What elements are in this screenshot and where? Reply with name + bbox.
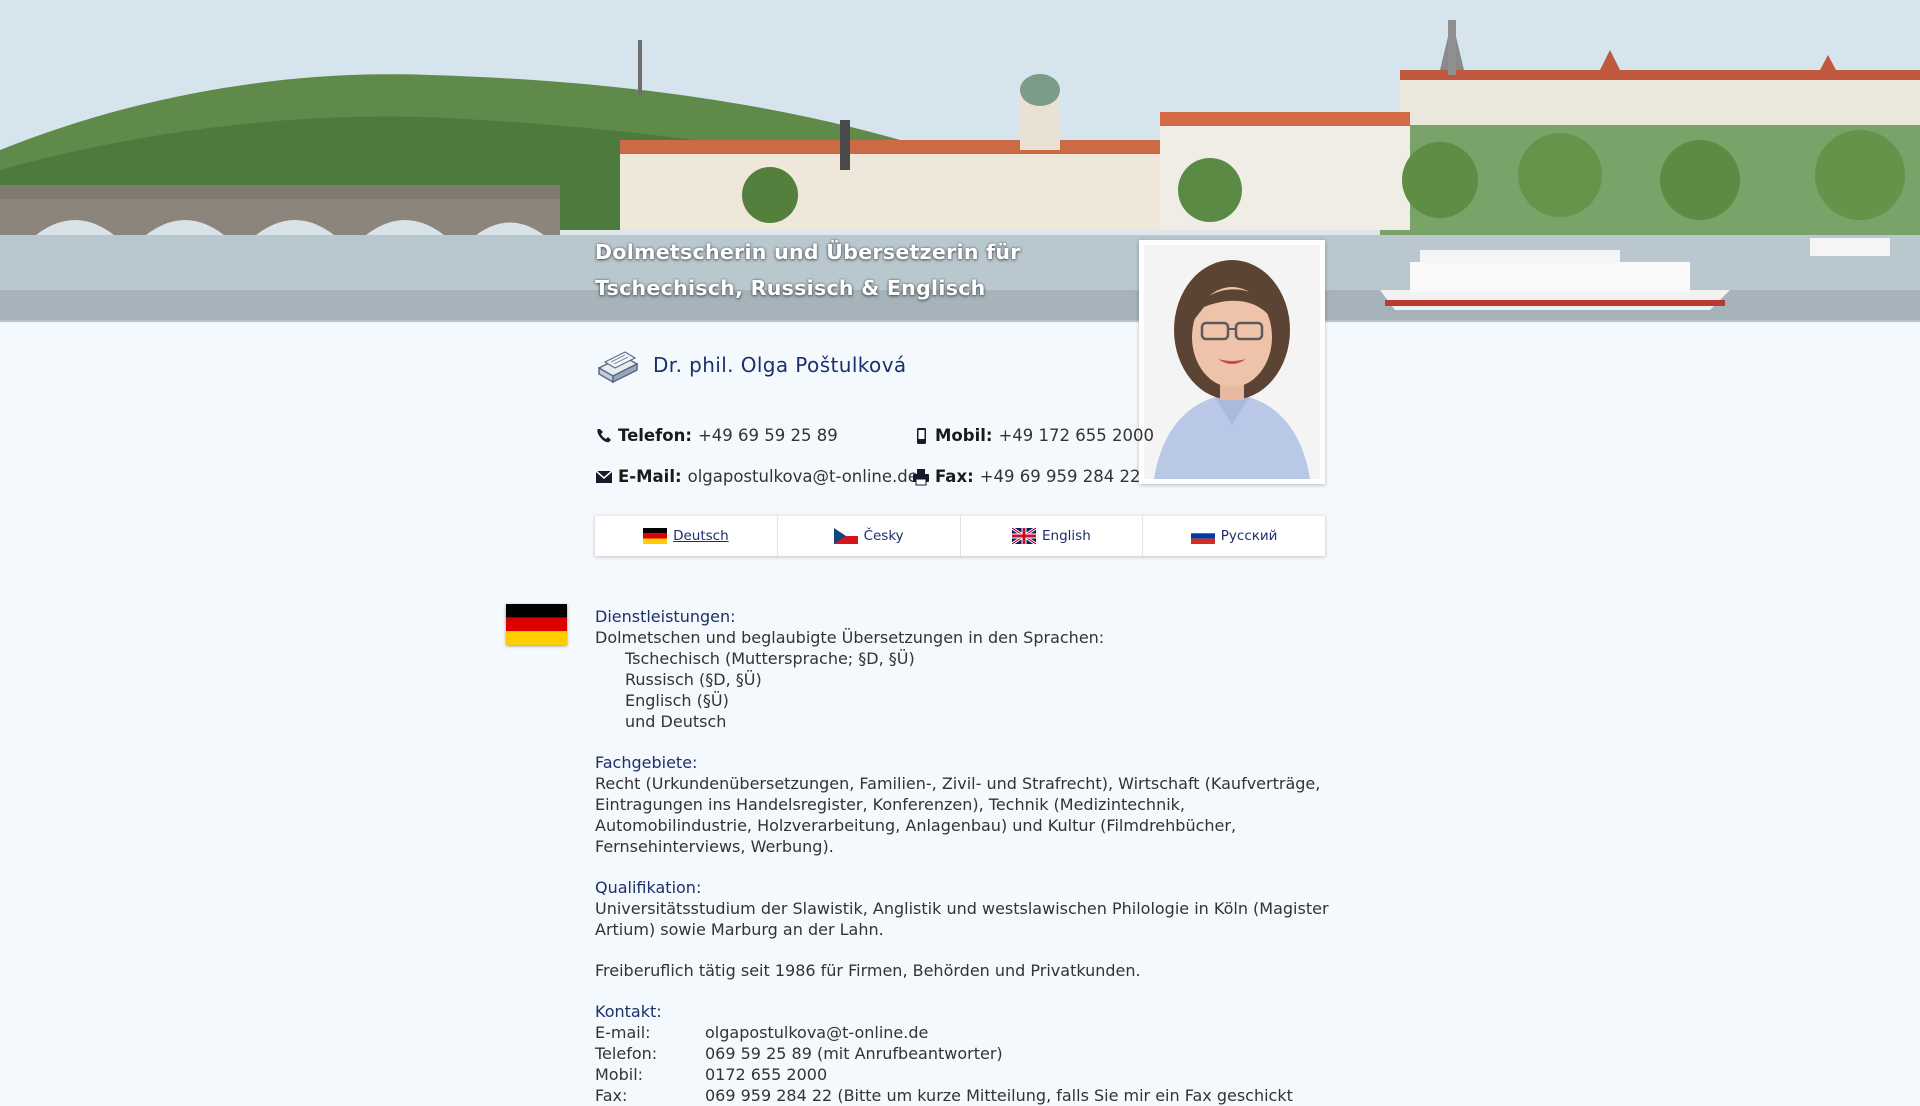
mobile-phone-icon bbox=[917, 427, 926, 444]
kontakt-heading: Kontakt: bbox=[595, 1002, 662, 1021]
kontakt-value: 069 59 25 89 (mit Anrufbeantworter) bbox=[705, 1044, 1003, 1063]
language-tab-english[interactable]: English bbox=[961, 516, 1144, 556]
contact-email: E-Mail: olgapostulkova@t-online.de bbox=[595, 467, 918, 486]
fields-text: Recht (Urkundenübersetzungen, Familien-,… bbox=[595, 774, 1321, 856]
contact-phone: Telefon: +49 69 59 25 89 bbox=[595, 426, 838, 445]
header-tagline: Dolmetscherin und Übersetzerin für Tsche… bbox=[595, 234, 1021, 306]
services-item: Englisch (§Ü) bbox=[625, 691, 729, 710]
kontakt-value: 069 959 284 22 (Bitte um kurze Mitteilun… bbox=[705, 1086, 1293, 1105]
kontakt-key: E-mail: bbox=[595, 1023, 651, 1042]
services-intro: Dolmetschen und beglaubigte Übersetzunge… bbox=[595, 628, 1105, 647]
tagline-line-2: Tschechisch, Russisch & Englisch bbox=[595, 276, 986, 300]
russia-flag-icon bbox=[1190, 528, 1215, 544]
germany-flag-icon bbox=[643, 528, 668, 544]
language-tab-deutsch[interactable]: Deutsch bbox=[595, 516, 778, 556]
email-label: E-Mail: bbox=[618, 467, 682, 486]
contact-fax: Fax: +49 69 959 284 22 bbox=[912, 467, 1140, 486]
qualification-text: Universitätsstudium der Slawistik, Angli… bbox=[595, 899, 1329, 939]
language-tab-cesky[interactable]: Česky bbox=[778, 516, 961, 556]
kontakt-row: Fax: 069 959 284 22 (Bitte um kurze Mitt… bbox=[595, 1085, 1335, 1106]
kontakt-key: Fax: bbox=[595, 1086, 628, 1105]
kontakt-value: 0172 655 2000 bbox=[705, 1065, 828, 1084]
kontakt-key: Telefon: bbox=[595, 1044, 658, 1063]
envelope-icon bbox=[595, 469, 613, 483]
services-heading: Dienstleistungen: bbox=[595, 607, 736, 626]
services-item: Russisch (§D, §Ü) bbox=[625, 670, 762, 689]
mobile-value[interactable]: +49 172 655 2000 bbox=[998, 426, 1154, 445]
language-label[interactable]: Deutsch bbox=[673, 528, 729, 544]
uk-flag-icon bbox=[1012, 528, 1036, 544]
contact-mobile: Mobil: +49 172 655 2000 bbox=[912, 426, 1154, 445]
printer-icon bbox=[913, 468, 929, 485]
header-banner: Dolmetscherin und Übersetzerin für Tsche… bbox=[0, 0, 1920, 322]
person-name: Dr. phil. Olga Poštulková bbox=[653, 353, 907, 377]
germany-flag-large-icon bbox=[506, 604, 567, 645]
services-item: und Deutsch bbox=[625, 712, 727, 731]
fax-value: +49 69 959 284 22 bbox=[979, 467, 1141, 486]
phone-value[interactable]: +49 69 59 25 89 bbox=[698, 426, 838, 445]
portrait-frame bbox=[1139, 240, 1325, 484]
mobile-label: Mobil: bbox=[935, 426, 993, 445]
fax-label: Fax: bbox=[935, 467, 974, 486]
language-label[interactable]: English bbox=[1042, 528, 1091, 544]
kontakt-row: Mobil: 0172 655 2000 bbox=[595, 1064, 1335, 1085]
main-content: Dienstleistungen: Dolmetschen und beglau… bbox=[595, 606, 1335, 1106]
kontakt-row: E-mail: olgapostulkova@t-online.de bbox=[595, 1022, 1335, 1043]
name-row: Dr. phil. Olga Poštulková bbox=[595, 345, 907, 385]
tagline-line-1: Dolmetscherin und Übersetzerin für bbox=[595, 240, 1021, 264]
language-label[interactable]: Česky bbox=[864, 528, 904, 544]
language-tab-russian[interactable]: Русский bbox=[1143, 516, 1325, 556]
qualification-heading: Qualifikation: bbox=[595, 878, 702, 897]
email-value[interactable]: olgapostulkova@t-online.de bbox=[688, 467, 918, 486]
portrait-photo bbox=[1144, 245, 1320, 479]
language-switcher: Deutsch Česky English Русский bbox=[595, 516, 1325, 556]
kontakt-row: Telefon: 069 59 25 89 (mit Anrufbeantwor… bbox=[595, 1043, 1335, 1064]
freelance-text: Freiberuflich tätig seit 1986 für Firmen… bbox=[595, 961, 1141, 980]
services-item: Tschechisch (Muttersprache; §D, §Ü) bbox=[625, 649, 915, 668]
phone-label: Telefon: bbox=[618, 426, 692, 445]
fields-heading: Fachgebiete: bbox=[595, 753, 698, 772]
language-label[interactable]: Русский bbox=[1221, 528, 1278, 544]
books-icon bbox=[597, 351, 639, 384]
czech-flag-icon bbox=[833, 528, 858, 544]
kontakt-value[interactable]: olgapostulkova@t-online.de bbox=[705, 1022, 928, 1043]
kontakt-key: Mobil: bbox=[595, 1065, 644, 1084]
phone-icon bbox=[597, 428, 611, 442]
